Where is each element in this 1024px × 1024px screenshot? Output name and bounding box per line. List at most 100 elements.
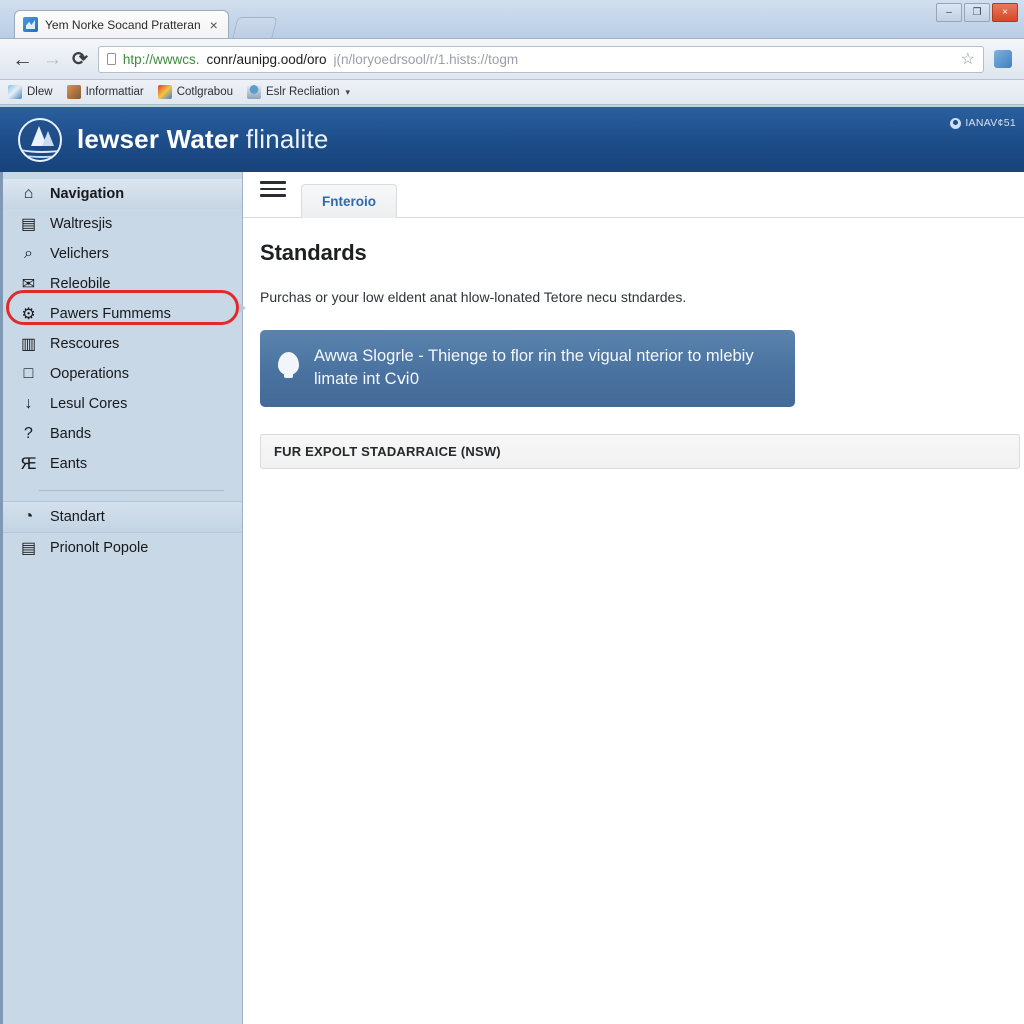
url-path: j(n/loryoedrsool/r/1.hists://togm [333,51,519,67]
brand-title: lewser Water flinalite [77,124,329,155]
browser-window: Yem Norke Socand Pratteran × – ❐ × ← → ⟳… [0,0,1024,1024]
bookmark-label: Informattiar [85,86,144,98]
url-scheme: htp://wwwcs. [122,51,200,67]
content-inner: Standards Purchas or your low eldent ana… [243,218,1024,469]
gear-icon: ⚙ [21,306,36,323]
main-content: Fnteroio Standards Purchas or your low e… [243,172,1024,1024]
bookmark-label: Cotlgrabou [176,86,233,98]
sidebar-item-label: Standart [50,509,105,525]
sidebar-item-bands[interactable]: ? Bands [3,419,242,449]
bookmark-icon [8,85,22,99]
maximize-icon: ❐ [972,6,982,18]
window-close-button[interactable]: × [992,3,1018,22]
sidebar-item-label: Lesul Cores [50,396,128,412]
sidebar-item-standart[interactable]: ◔ Standart [3,501,242,533]
bulb-icon [278,352,299,379]
window-controls: – ❐ × [936,3,1018,22]
content-tabstrip: Fnteroio [243,172,1024,218]
bookmark-item-0[interactable]: Dlew [8,85,53,99]
info-banner-text: Awwa Slogrle - Thienge to flor rin the v… [314,347,754,389]
browser-titlebar: Yem Norke Socand Pratteran × – ❐ × [0,0,1024,38]
page-description: Purchas or your low eldent anat hlow-lon… [260,289,687,305]
search-icon: ⌕ [24,245,33,262]
bookmark-label: Eslr Recliation [266,86,340,98]
sidebar-item-navigation[interactable]: ⌂ Navigation [3,179,242,209]
page-info-icon[interactable] [106,53,116,65]
app-header: lewser Water flinalite IANAV¢51 [0,107,1024,172]
download-icon: ↓ [24,395,33,412]
browser-tab-title: Yem Norke Socand Pratteran [45,17,201,32]
minimize-button[interactable]: – [936,3,962,22]
page-body: ⌂ Navigation ▤ Waltresjis ⌕ Velichers ✉ … [0,172,1024,1024]
sidebar-item-label: Rescoures [50,336,120,352]
globe-icon: ◔ [23,508,34,525]
sidebar-item-rescoures[interactable]: ▥ Rescoures [3,329,242,359]
bookmark-star-icon[interactable]: ☆ [961,49,975,69]
sidebar-item-prionolt-popole[interactable]: ▤ Prionolt Popole [3,533,242,563]
sidebar-item-label: Prionolt Popole [50,540,149,556]
brand-title-light: flinalite [245,124,329,154]
close-icon[interactable]: × [208,18,220,32]
sidebar-item-ooperations[interactable]: □ Ooperations [3,359,242,389]
menu-icon[interactable] [260,171,286,217]
ribbon-icon: Ԙ [20,456,37,473]
chevron-down-icon[interactable]: ▾ [346,87,351,98]
card-icon: ▤ [20,216,37,233]
new-tab-button[interactable] [232,17,278,38]
minimize-icon: – [946,6,952,18]
archive-icon: ▥ [20,336,37,353]
sidebar-item-label: Pawers Fummems [50,306,171,322]
user-icon [950,117,962,129]
bookmark-item-3[interactable]: Eslr Recliation ▾ [247,85,350,99]
brand-title-bold: lewser Water [77,124,239,154]
sidebar-item-label: Ooperations [50,366,129,382]
question-icon: ? [24,425,33,442]
list-item-label: FUR EXPOLT STADARRAICE (NSW) [274,443,501,459]
sidebar-item-label: Releobile [50,276,111,292]
water-logo-icon [18,117,62,162]
favicon-icon [23,17,38,32]
sidebar-item-pawers-fummems[interactable]: ⚙ Pawers Fummems [3,299,242,329]
sidebar-item-label: Navigation [50,186,125,202]
page-title: Standards [260,240,367,265]
sidebar-item-label: Velichers [50,246,109,262]
account-name: IANAV¢51 [965,117,1016,129]
bookmarks-bar: Dlew Informattiar Cotlgrabou Eslr Reclia… [0,80,1024,105]
page-viewport: lewser Water flinalite IANAV¢51 ⌂ Navigat… [0,107,1024,1024]
sidebar-item-label: Eants [50,456,88,472]
account-menu[interactable]: IANAV¢51 [950,117,1016,129]
sidebar-item-lesul-cores[interactable]: ↓ Lesul Cores [3,389,242,419]
building-icon: ▤ [20,540,37,557]
sidebar-item-waltresjis[interactable]: ▤ Waltresjis [3,209,242,239]
list-item[interactable]: FUR EXPOLT STADARRAICE (NSW) [260,433,1020,469]
sidebar-item-releobile[interactable]: ✉ Releobile [3,269,242,299]
bookmark-icon [157,85,172,99]
window-icon: □ [23,365,34,382]
url-host: conr/aunipg.ood/oro [206,51,327,67]
bookmark-item-1[interactable]: Informattiar [66,85,144,99]
maximize-button[interactable]: ❐ [964,3,990,22]
address-bar[interactable]: htp://wwwcs. conr/aunipg.ood/oro j(n/lor… [97,45,984,73]
bookmark-icon [66,85,81,99]
back-icon[interactable]: ← [12,49,33,70]
info-banner: Awwa Slogrle - Thienge to flor rin the v… [260,330,795,407]
sidebar-item-eants[interactable]: Ԙ Eants [3,449,242,479]
lock-icon: ⌂ [23,185,34,202]
chevron-right-icon [239,303,246,313]
reload-icon[interactable]: ⟳ [72,50,88,69]
bookmark-item-2[interactable]: Cotlgrabou [157,85,233,99]
tab-fnteroio[interactable]: Fnteroio [301,184,397,218]
forward-icon[interactable]: → [43,50,62,69]
sidebar-item-label: Bands [50,426,92,442]
sidebar-divider [39,490,224,491]
envelope-icon: ✉ [21,276,36,293]
bookmark-icon [247,85,261,99]
sidebar: ⌂ Navigation ▤ Waltresjis ⌕ Velichers ✉ … [0,172,243,1024]
sidebar-item-velichers[interactable]: ⌕ Velichers [3,239,242,269]
sidebar-item-label: Waltresjis [50,216,113,232]
browser-toolbar: ← → ⟳ htp://wwwcs. conr/aunipg.ood/oro j… [0,38,1024,80]
window-close-icon: × [1002,6,1008,18]
extension-icon[interactable] [994,50,1012,68]
browser-tab[interactable]: Yem Norke Socand Pratteran × [14,10,229,38]
bookmark-label: Dlew [27,86,53,98]
